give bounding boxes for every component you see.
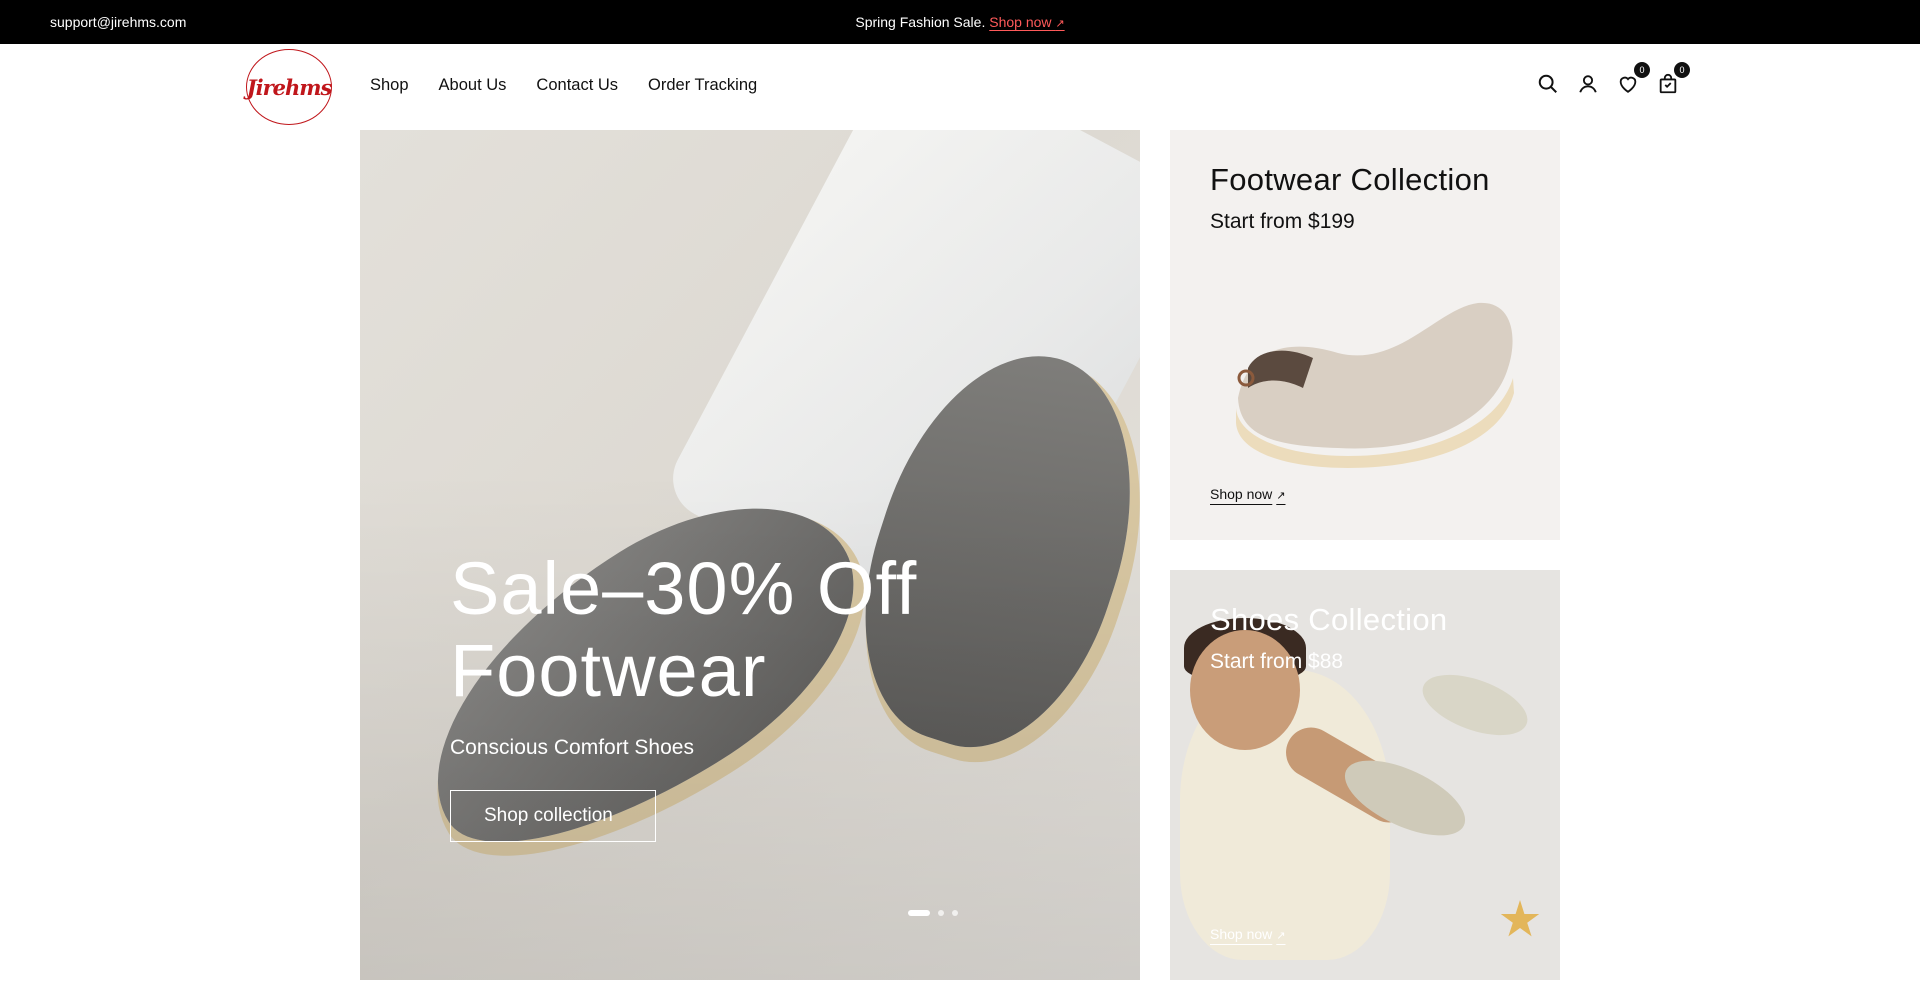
main-nav: Shop About Us Contact Us Order Tracking (370, 76, 757, 95)
shop-now-label: Shop now (1210, 486, 1273, 502)
wishlist-icon[interactable]: 0 (1616, 62, 1650, 96)
knit-sneaker-image (1236, 302, 1514, 468)
shop-now-label: Shop now (1210, 926, 1273, 942)
shoes-collection-card[interactable]: Shoes Collection Start from $88 Shop now… (1170, 570, 1560, 980)
footwear-collection-card[interactable]: Footwear Collection Start from $199 Shop… (1170, 130, 1560, 540)
promo-link-label: Shop now (989, 14, 1052, 30)
arrow-up-right-icon: ↗ (1055, 18, 1065, 30)
card-subtitle: Start from $199 (1210, 210, 1355, 233)
card-subtitle: Start from $88 (1210, 650, 1344, 673)
slider-pagination (908, 910, 958, 916)
promo-shop-now-link[interactable]: Shop now ↗ (989, 14, 1064, 30)
hero-content: Sale–30% Off Footwear Conscious Comfort … (450, 548, 917, 842)
slide-dot-2[interactable] (938, 910, 944, 916)
shop-now-link[interactable]: Shop now ↗ (1210, 926, 1286, 942)
slide-dot-3[interactable] (952, 910, 958, 916)
kids-shoe-image (1414, 662, 1536, 748)
arrow-up-right-icon: ↗ (1276, 930, 1286, 942)
starfish-toy-image (1500, 900, 1540, 937)
card-title: Shoes Collection (1210, 602, 1448, 637)
slide-dot-1[interactable] (908, 910, 930, 916)
nav-order-tracking[interactable]: Order Tracking (648, 76, 757, 95)
header-actions: 0 0 (1536, 62, 1690, 96)
announcement-bar: support@jirehms.com Spring Fashion Sale.… (0, 0, 1920, 44)
nav-shop[interactable]: Shop (370, 76, 409, 95)
promo-text: Spring Fashion Sale. (855, 14, 986, 30)
hero-title: Sale–30% Off Footwear (450, 548, 917, 712)
wishlist-count-badge: 0 (1634, 62, 1650, 78)
logo-text: Jirehms (246, 74, 333, 100)
shop-now-link[interactable]: Shop now ↗ (1210, 486, 1286, 502)
kid-head (1190, 630, 1300, 750)
card-title: Footwear Collection (1210, 162, 1490, 197)
shop-collection-button[interactable]: Shop collection (450, 790, 656, 842)
hero-title-line-2: Footwear (450, 629, 767, 712)
hero-subtitle: Conscious Comfort Shoes (450, 736, 694, 759)
site-header: Jirehms Shop About Us Contact Us Order T… (0, 44, 1920, 130)
cart-count-badge: 0 (1674, 62, 1690, 78)
nav-about-us[interactable]: About Us (439, 76, 507, 95)
cart-icon[interactable]: 0 (1656, 62, 1690, 96)
hero-slider[interactable]: Sale–30% Off Footwear Conscious Comfort … (360, 130, 1140, 980)
search-icon[interactable] (1536, 72, 1560, 96)
account-icon[interactable] (1576, 72, 1600, 96)
hero-title-line-1: Sale–30% Off (450, 547, 918, 630)
promo-message: Spring Fashion Sale. Shop now ↗ (0, 14, 1920, 30)
site-logo[interactable]: Jirehms (246, 49, 332, 125)
arrow-up-right-icon: ↗ (1276, 490, 1286, 502)
nav-contact-us[interactable]: Contact Us (536, 76, 618, 95)
